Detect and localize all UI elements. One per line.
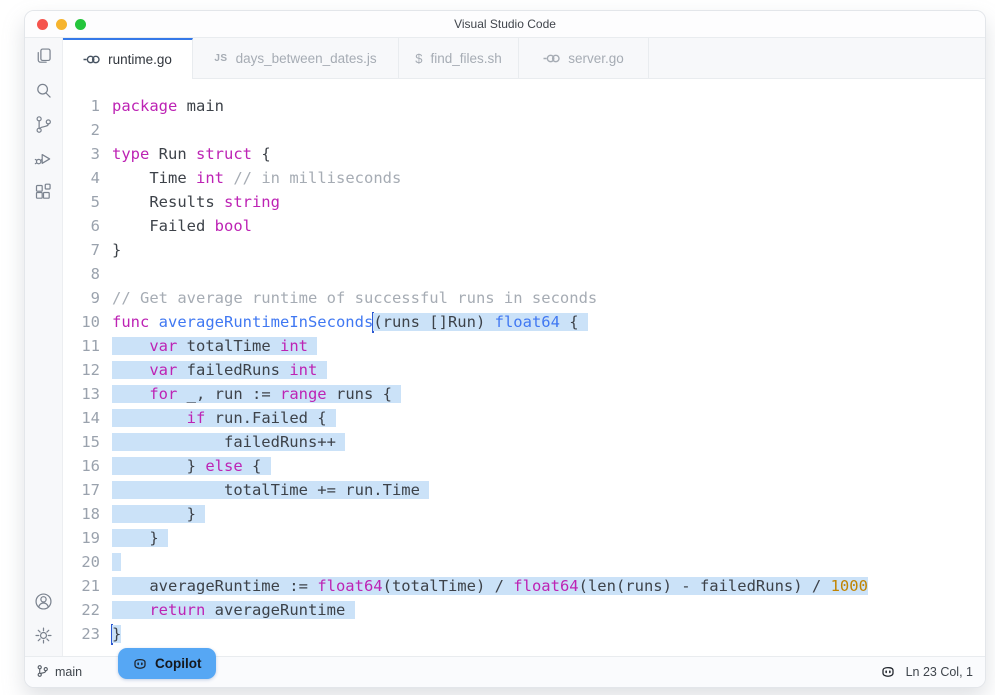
- line-number: 22: [81, 601, 100, 619]
- line-number: 23: [81, 625, 100, 643]
- code-line[interactable]: 2: [63, 118, 985, 142]
- line-number: 6: [90, 217, 100, 235]
- line-number: 19: [81, 529, 100, 547]
- code-line[interactable]: 3 type Run struct {: [63, 142, 985, 166]
- line-number: 4: [90, 169, 100, 187]
- code-line[interactable]: 14 if run.Failed {: [63, 406, 985, 430]
- line-number: 1: [90, 97, 100, 115]
- code-line[interactable]: 1 package main: [63, 94, 985, 118]
- account-icon[interactable]: [33, 591, 54, 612]
- activity-bar: [25, 38, 63, 656]
- line-number: 7: [90, 241, 100, 259]
- code-line[interactable]: 18 }: [63, 502, 985, 526]
- tab-label: runtime.go: [108, 51, 172, 67]
- line-number: 9: [90, 289, 100, 307]
- code-lines: 1 package main 2 3 type Run struct {4 Time i…: [63, 94, 985, 646]
- code-line[interactable]: 15 failedRuns++: [63, 430, 985, 454]
- source-control-icon[interactable]: [33, 114, 54, 135]
- line-number: 10: [81, 313, 100, 331]
- tab-find_files.sh[interactable]: $ find_files.sh: [399, 38, 519, 78]
- code-line[interactable]: 21 averageRuntime := float64(totalTime) …: [63, 574, 985, 598]
- code-line[interactable]: 7}: [63, 238, 985, 262]
- tab-label: days_between_dates.js: [235, 50, 377, 66]
- status-right: Ln 23 Col, 1: [880, 664, 973, 680]
- tab-label: find_files.sh: [430, 50, 502, 66]
- code-line[interactable]: 4 Time int // in milliseconds: [63, 166, 985, 190]
- line-number: 21: [81, 577, 100, 595]
- line-number: 14: [81, 409, 100, 427]
- go-file-icon: [83, 54, 100, 65]
- code-line[interactable]: 5 Results string: [63, 190, 985, 214]
- extensions-icon[interactable]: [33, 182, 54, 203]
- tab-runtime.go[interactable]: runtime.go: [63, 38, 193, 79]
- tab-bar-filler: [649, 38, 985, 78]
- code-line[interactable]: 17 totalTime += run.Time: [63, 478, 985, 502]
- line-number: 5: [90, 193, 100, 211]
- line-number: 20: [81, 553, 100, 571]
- tab-bar: runtime.go JS days_between_dates.js $ find_f…: [63, 38, 985, 79]
- line-number: 11: [81, 337, 100, 355]
- branch-name: main: [55, 665, 83, 679]
- code-line[interactable]: 19 }: [63, 526, 985, 550]
- code-editor[interactable]: 1 package main 2 3 type Run struct {4 Time i…: [63, 79, 985, 656]
- run-debug-icon[interactable]: [33, 148, 54, 169]
- tab-server.go[interactable]: server.go: [519, 38, 649, 78]
- explorer-icon[interactable]: [33, 46, 54, 67]
- cursor-position[interactable]: Ln 23 Col, 1: [906, 665, 973, 679]
- copilot-status-icon[interactable]: [880, 664, 896, 680]
- code-line[interactable]: 13 for _, run := range runs {: [63, 382, 985, 406]
- line-number: 18: [81, 505, 100, 523]
- branch-status[interactable]: main: [36, 664, 82, 681]
- code-line[interactable]: 20: [63, 550, 985, 574]
- tab-label: server.go: [568, 50, 624, 66]
- code-line[interactable]: 11 var totalTime int: [63, 334, 985, 358]
- line-number: 8: [90, 265, 100, 283]
- shell-file-icon: $: [415, 50, 423, 66]
- code-line[interactable]: 12 var failedRuns int: [63, 358, 985, 382]
- go-file-icon: [543, 53, 560, 64]
- code-line[interactable]: 22 return averageRuntime: [63, 598, 985, 622]
- zoom-button[interactable]: [75, 18, 86, 30]
- copilot-icon: [132, 656, 148, 672]
- screen: Visual Studio Code runtime.go JS days_be…: [0, 0, 995, 695]
- line-number: 13: [81, 385, 100, 403]
- vscode-window: Visual Studio Code runtime.go JS days_be…: [24, 10, 986, 688]
- line-number: 17: [81, 481, 100, 499]
- tab-days_between_dates.js[interactable]: JS days_between_dates.js: [193, 38, 399, 78]
- minimize-button[interactable]: [56, 18, 67, 30]
- line-number: 15: [81, 433, 100, 451]
- line-number: 12: [81, 361, 100, 379]
- code-line[interactable]: 9// Get average runtime of successful ru…: [63, 286, 985, 310]
- editor-group: runtime.go JS days_between_dates.js $ find_f…: [63, 38, 985, 656]
- window-title: Visual Studio Code: [454, 17, 556, 31]
- search-icon[interactable]: [33, 80, 54, 101]
- js-file-icon: JS: [214, 52, 228, 64]
- line-number: 2: [90, 121, 100, 139]
- code-line[interactable]: 23}: [63, 622, 985, 646]
- code-line[interactable]: 6 Failed bool: [63, 214, 985, 238]
- settings-gear-icon[interactable]: [33, 625, 54, 646]
- code-line[interactable]: 16 } else {: [63, 454, 985, 478]
- window-body: runtime.go JS days_between_dates.js $ find_f…: [25, 38, 985, 656]
- git-branch-icon: [36, 664, 49, 681]
- line-number: 16: [81, 457, 100, 475]
- code-line[interactable]: 8: [63, 262, 985, 286]
- copilot-button[interactable]: Copilot: [118, 648, 216, 679]
- code-line[interactable]: 10 func averageRuntimeInSeconds(runs []Ru…: [63, 310, 985, 334]
- line-number: 3: [90, 145, 100, 163]
- close-button[interactable]: [37, 18, 48, 30]
- title-bar: Visual Studio Code: [25, 11, 985, 38]
- copilot-button-label: Copilot: [155, 656, 202, 671]
- traffic-lights: [37, 11, 86, 37]
